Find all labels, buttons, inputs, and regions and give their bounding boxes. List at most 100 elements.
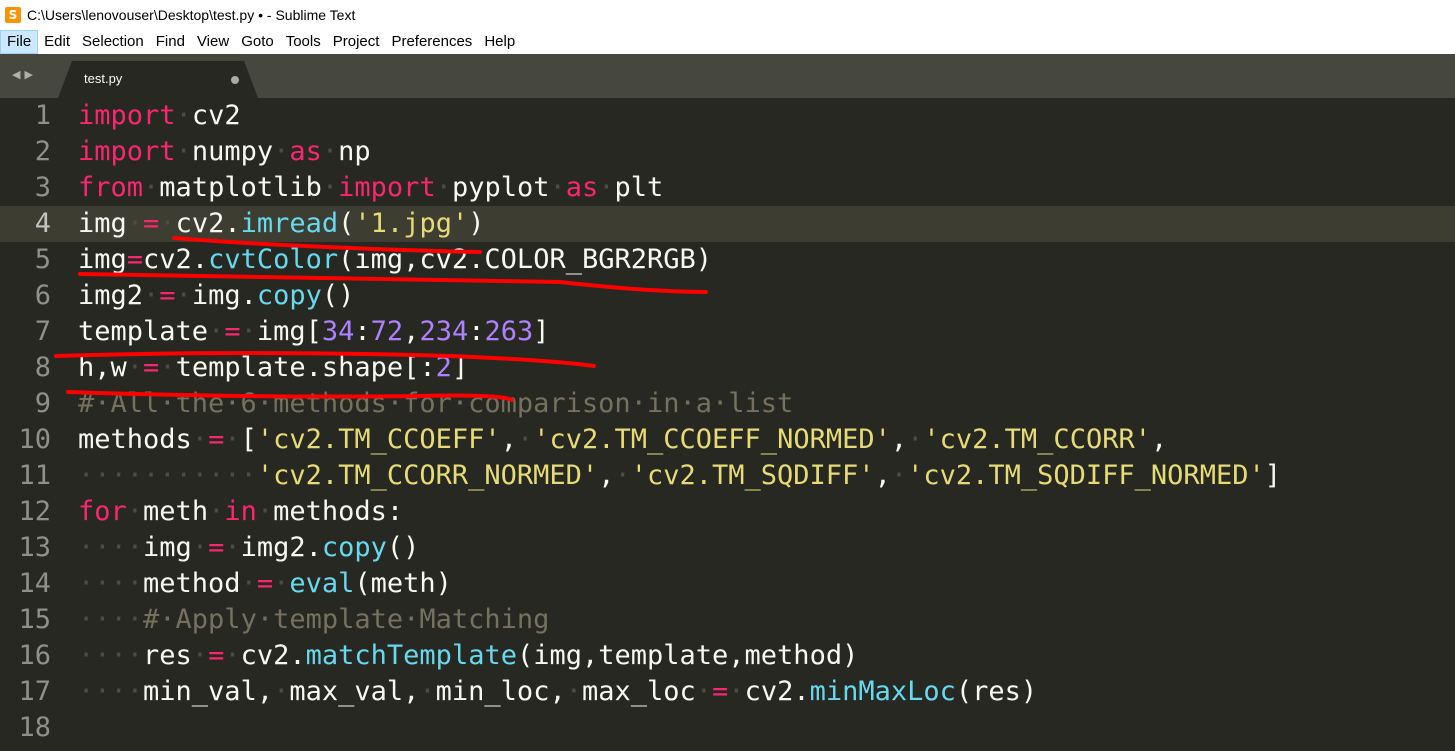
code-token: · xyxy=(240,316,257,347)
code-token: · xyxy=(695,676,713,707)
code-token: img. xyxy=(191,280,257,311)
code-line-6[interactable]: 6 img2·=·img.copy() xyxy=(0,278,1455,314)
code-token: matplotlib xyxy=(159,172,322,203)
code-token: minMaxLoc xyxy=(809,676,956,707)
code-line-3[interactable]: 3 from·matplotlib·import·pyplot·as·plt xyxy=(0,170,1455,206)
arrow-left-icon[interactable]: ◀ xyxy=(12,68,24,81)
code-token: · xyxy=(191,424,209,455)
code-token: () xyxy=(386,532,420,563)
code-token: min_loc, xyxy=(435,676,566,707)
code-token: cvtColor xyxy=(208,244,339,275)
code-token: , xyxy=(890,424,908,455)
code-line-5[interactable]: 5 img=cv2.cvtColor(img,cv2.COLOR_BGR2RGB) xyxy=(0,242,1455,278)
code-line-17[interactable]: 17 ····min_val,·max_val,·min_loc,·max_loc… xyxy=(0,674,1455,710)
code-token: img xyxy=(78,244,127,275)
code-line-2[interactable]: 2 import·numpy·as·np xyxy=(0,134,1455,170)
code-line-15[interactable]: 15 ····#·Apply·template·Matching xyxy=(0,602,1455,638)
code-token: for xyxy=(78,496,127,527)
code-editor[interactable]: 1 import·cv2 2 import·numpy·as·np 3 from·matp… xyxy=(0,98,1455,751)
line-number: 17 xyxy=(18,676,51,707)
code-token: · xyxy=(175,280,192,311)
line-number: 16 xyxy=(18,640,51,671)
code-token: h,w xyxy=(78,352,127,383)
code-token: cv2. xyxy=(744,676,810,707)
code-token: 'cv2.TM_SQDIFF' xyxy=(630,460,875,491)
code-line-10[interactable]: 10 methods·=·['cv2.TM_CCOEFF',·'cv2.TM_CC… xyxy=(0,422,1455,458)
code-line-8[interactable]: 8 h,w·=·template.shape[:2] xyxy=(0,350,1455,386)
menu-edit[interactable]: Edit xyxy=(38,30,76,54)
code-token: , xyxy=(500,424,517,455)
line-number: 7 xyxy=(34,316,51,347)
code-line-9[interactable]: 9 #·All·the·6·methods·for·comparison·in·a… xyxy=(0,386,1455,422)
line-number: 18 xyxy=(18,712,51,743)
line-number: 9 xyxy=(34,388,51,419)
code-text: template·=·img[34:72,234:263] xyxy=(78,314,550,350)
code-line-11[interactable]: 11 ···········'cv2.TM_CCORR_NORMED',·'cv2… xyxy=(0,458,1455,494)
code-token: min_val, xyxy=(143,676,274,707)
code-token: · xyxy=(598,172,615,203)
code-text: img·=·cv2.imread('1.jpg') xyxy=(78,206,484,242)
code-token: · xyxy=(126,352,144,383)
line-number: 6 xyxy=(34,280,51,311)
menu-bar: File Edit Selection Find View Goto Tools… xyxy=(0,30,1455,54)
menu-tools[interactable]: Tools xyxy=(280,30,327,54)
code-text: methods·=·['cv2.TM_CCOEFF',·'cv2.TM_CCOE… xyxy=(78,422,1167,458)
code-token: (meth) xyxy=(354,568,452,599)
line-number: 1 xyxy=(34,100,51,131)
code-token: · xyxy=(159,208,176,239)
line-number: 12 xyxy=(18,496,51,527)
code-token: np xyxy=(338,136,371,167)
code-token: import xyxy=(78,136,176,167)
menu-find[interactable]: Find xyxy=(150,30,191,54)
menu-goto[interactable]: Goto xyxy=(235,30,280,54)
code-token: matchTemplate xyxy=(305,640,517,671)
sublime-text-icon: S xyxy=(5,7,21,23)
code-token: img2 xyxy=(78,280,144,311)
code-token: · xyxy=(208,496,225,527)
line-number: 5 xyxy=(34,244,51,275)
code-token: (res) xyxy=(955,676,1038,707)
menu-preferences[interactable]: Preferences xyxy=(385,30,478,54)
code-token: ···· xyxy=(78,532,144,563)
code-token: = xyxy=(143,208,160,239)
code-token: ··········· xyxy=(78,460,257,491)
code-text: h,w·=·template.shape[:2] xyxy=(78,350,468,386)
code-token: · xyxy=(549,172,566,203)
code-token: · xyxy=(614,460,631,491)
code-line-12[interactable]: 12 for·meth·in·methods: xyxy=(0,494,1455,530)
code-line-4[interactable]: 4 img·=·cv2.imread('1.jpg') xyxy=(0,206,1455,242)
code-text: ···········'cv2.TM_CCORR_NORMED',·'cv2.T… xyxy=(78,458,1281,494)
code-token: ···· xyxy=(78,676,144,707)
code-line-16[interactable]: 16 ····res·=·cv2.matchTemplate(img,templa… xyxy=(0,638,1455,674)
code-line-14[interactable]: 14 ····method·=·eval(meth) xyxy=(0,566,1455,602)
code-text: import·cv2 xyxy=(78,98,241,134)
code-token: · xyxy=(419,676,436,707)
code-token: img2. xyxy=(240,532,322,563)
code-token: method xyxy=(143,568,241,599)
code-text: import·numpy·as·np xyxy=(78,134,371,170)
code-token: · xyxy=(224,532,241,563)
code-token: cv2. xyxy=(143,244,209,275)
code-line-18[interactable]: 18 xyxy=(0,710,1455,746)
menu-selection[interactable]: Selection xyxy=(76,30,150,54)
code-token: = xyxy=(712,676,729,707)
code-token: as xyxy=(565,172,599,203)
code-text: ····#·Apply·template·Matching xyxy=(78,602,549,638)
menu-help[interactable]: Help xyxy=(478,30,521,54)
menu-view[interactable]: View xyxy=(191,30,235,54)
code-line-13[interactable]: 13 ····img·=·img2.copy() xyxy=(0,530,1455,566)
arrow-right-icon[interactable]: ▶ xyxy=(24,68,36,81)
code-token: = xyxy=(143,352,160,383)
tab-nav-arrows[interactable]: ◀▶ xyxy=(12,68,37,81)
code-token: template.shape[: xyxy=(175,352,436,383)
menu-file[interactable]: File xyxy=(0,30,39,54)
code-line-7[interactable]: 7 template·=·img[34:72,234:263] xyxy=(0,314,1455,350)
code-token: (img,template,method) xyxy=(516,640,859,671)
tab-test-py[interactable]: test.py xyxy=(58,61,258,98)
code-token: · xyxy=(516,424,534,455)
unsaved-dot-icon[interactable] xyxy=(231,76,239,84)
code-token: = xyxy=(159,280,176,311)
code-token: , xyxy=(403,316,420,347)
code-line-1[interactable]: 1 import·cv2 xyxy=(0,98,1455,134)
menu-project[interactable]: Project xyxy=(327,30,386,54)
